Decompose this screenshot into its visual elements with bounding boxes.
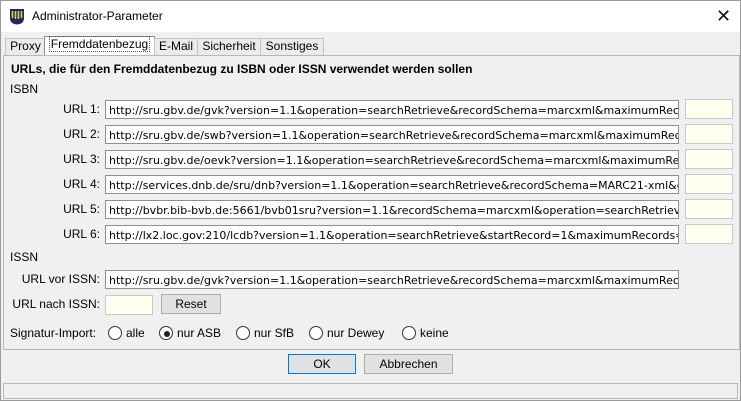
radio-circle[interactable] bbox=[402, 326, 416, 340]
url6-extra-field[interactable] bbox=[685, 224, 733, 244]
tab-proxy[interactable]: Proxy bbox=[5, 38, 46, 55]
tab-sonstiges[interactable]: Sonstiges bbox=[260, 38, 324, 55]
cancel-button[interactable]: Abbrechen bbox=[364, 354, 453, 374]
radio-circle[interactable] bbox=[309, 326, 323, 340]
isbn-group-label: ISBN bbox=[10, 82, 39, 96]
url2-label: URL 2: bbox=[63, 127, 100, 141]
app-logo-icon bbox=[10, 9, 24, 25]
url1-field[interactable]: http://sru.gbv.de/gvk?version=1.1&operat… bbox=[105, 100, 679, 119]
url-vor-issn-label: URL vor ISSN: bbox=[21, 272, 100, 286]
url1-extra-field[interactable] bbox=[685, 99, 733, 119]
radio-label: nur ASB bbox=[177, 326, 222, 340]
url3-extra-field[interactable] bbox=[685, 149, 733, 169]
url6-label: URL 6: bbox=[63, 227, 100, 241]
radio-circle[interactable] bbox=[108, 326, 122, 340]
url6-field[interactable]: http://lx2.loc.gov:210/lcdb?version=1.1&… bbox=[105, 225, 679, 244]
radio-label: nur SfB bbox=[254, 326, 295, 340]
window-title: Administrator-Parameter bbox=[32, 9, 163, 23]
url-vor-issn-field[interactable]: http://sru.gbv.de/gvk?version=1.1&operat… bbox=[105, 270, 679, 289]
issn-group-label: ISSN bbox=[10, 250, 39, 264]
radio-circle-selected[interactable] bbox=[159, 326, 173, 340]
url5-field[interactable]: http://bvbr.bib-bvb.de:5661/bvb01sru?ver… bbox=[105, 200, 679, 219]
url3-label: URL 3: bbox=[63, 152, 100, 166]
url4-field[interactable]: http://services.dnb.de/sru/dnb?version=1… bbox=[105, 175, 679, 194]
url1-label: URL 1: bbox=[63, 102, 100, 116]
radio-circle[interactable] bbox=[236, 326, 250, 340]
url5-label: URL 5: bbox=[63, 202, 100, 216]
url-nach-issn-field[interactable] bbox=[105, 295, 153, 315]
url2-extra-field[interactable] bbox=[685, 124, 733, 144]
tab-sicherheit[interactable]: Sicherheit bbox=[197, 38, 261, 55]
ok-button[interactable]: OK bbox=[288, 354, 356, 374]
url4-extra-field[interactable] bbox=[685, 174, 733, 194]
title-bar: Administrator-Parameter ✕ bbox=[1, 1, 740, 32]
url5-extra-field[interactable] bbox=[685, 199, 733, 219]
url2-field[interactable]: http://sru.gbv.de/swb?version=1.1&operat… bbox=[105, 125, 679, 144]
fremddatenbezug-panel: URLs, die für den Fremddatenbezug zu ISB… bbox=[3, 55, 740, 350]
url3-field[interactable]: http://sru.gbv.de/oevk?version=1.1&opera… bbox=[105, 150, 679, 169]
radio-label: alle bbox=[126, 326, 145, 340]
radio-label: keine bbox=[420, 326, 449, 340]
radio-label: nur Dewey bbox=[327, 326, 385, 340]
tab-fremddatenbezug[interactable]: Fremddatenbezug bbox=[44, 36, 155, 56]
status-bar bbox=[3, 383, 738, 399]
close-icon[interactable]: ✕ bbox=[707, 1, 740, 32]
panel-heading: URLs, die für den Fremddatenbezug zu ISB… bbox=[11, 62, 473, 76]
url4-label: URL 4: bbox=[63, 177, 100, 191]
signatur-import-label: Signatur-Import: bbox=[10, 326, 97, 340]
tab-email[interactable]: E-Mail bbox=[154, 38, 198, 55]
dialog-window: Administrator-Parameter ✕ Proxy Fremddat… bbox=[0, 0, 741, 401]
reset-button[interactable]: Reset bbox=[161, 294, 221, 314]
radio-selected-dot bbox=[164, 331, 170, 337]
url-nach-issn-label: URL nach ISSN: bbox=[12, 297, 100, 311]
tab-strip: Proxy Fremddatenbezug E-Mail Sicherheit … bbox=[1, 36, 740, 56]
